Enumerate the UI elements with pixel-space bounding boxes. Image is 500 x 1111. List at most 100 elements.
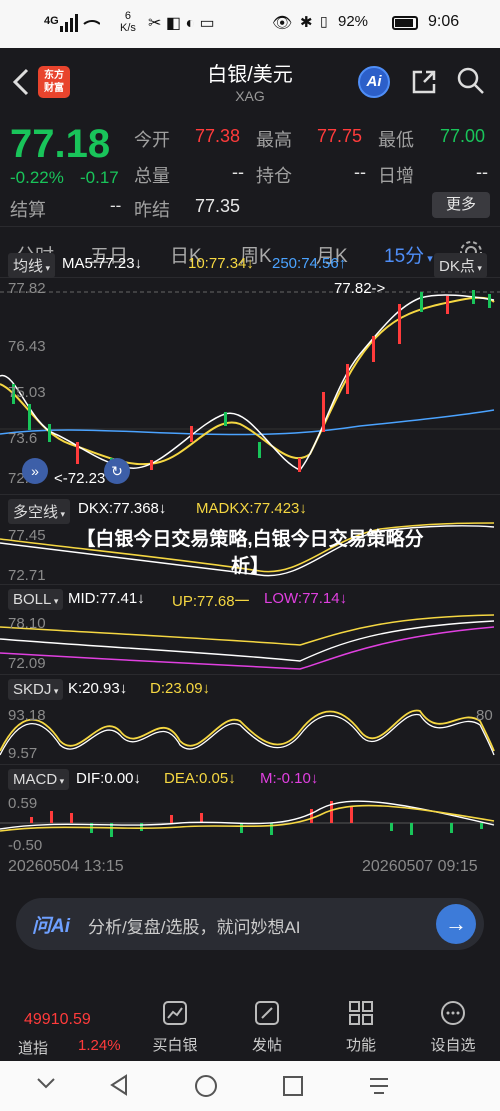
boll-panel[interactable]: BOLL ▾ MID:77.41↓ UP:77.68一 LOW:77.14↓ 7…	[0, 584, 500, 674]
macd-dea-value: DEA:0.05↓	[164, 770, 236, 787]
app-header: 东方 财富 白银/美元 XAG Ai	[0, 48, 500, 116]
boll-select-label: BOLL	[13, 591, 52, 608]
post-label: 发帖	[251, 1037, 282, 1054]
price-plot	[0, 290, 500, 472]
macd-axis-top: 0.59	[8, 795, 38, 812]
price-axis-2: 76.43	[8, 338, 46, 355]
volume-label: 总量	[134, 166, 170, 186]
macd-panel[interactable]: MACD ▾ DIF:0.00↓ DEA:0.05↓ M:-0.10↓ 0.59…	[0, 764, 500, 856]
dropdown-arrow-icon: ▾	[57, 776, 65, 786]
eye-icon: 👁	[272, 15, 293, 32]
macd-select-label: MACD	[13, 771, 58, 788]
indicator-select-label: 均线	[13, 258, 44, 275]
status-time: 9:06	[428, 13, 460, 30]
post-button[interactable]: 发帖	[240, 999, 294, 1055]
bluetooth-icon: ✱	[300, 14, 313, 31]
skdj-select[interactable]: SKDJ ▾	[8, 679, 64, 700]
arrow-right-icon[interactable]: →	[436, 904, 476, 944]
boll-select[interactable]: BOLL ▾	[8, 589, 64, 610]
article-title-overlay: 【白银今日交易策略,白银今日交易策略分析】	[76, 529, 424, 577]
refresh-icon[interactable]: ↻	[104, 458, 130, 484]
boll-up-value: UP:77.68一	[172, 593, 250, 610]
functions-label: 功能	[345, 1037, 376, 1054]
chevron-down-icon[interactable]	[36, 1077, 56, 1091]
boll-axis-bottom: 72.09	[8, 655, 46, 672]
speed-unit: K/s	[120, 22, 136, 34]
boll-axis-top: 78.10	[8, 615, 46, 632]
signal-icon	[60, 14, 100, 32]
more-button[interactable]: 更多	[432, 192, 490, 218]
daily-inc-label: 日增	[378, 166, 414, 186]
open-label: 今开	[134, 130, 170, 150]
menu-lines-icon[interactable]	[368, 1075, 390, 1097]
dkx-axis-bottom: 72.71	[8, 567, 46, 584]
ai-logo: 问Ai	[32, 916, 71, 937]
ma5-value: MA5:77.23↓	[62, 255, 143, 272]
grid-icon	[349, 1001, 373, 1025]
boll-mid-value: MID:77.41↓	[68, 590, 145, 607]
low-price-marker: <-72.23	[54, 470, 106, 487]
system-nav-bar	[0, 1061, 500, 1111]
skdj-axis-right: 80	[476, 707, 493, 724]
high-price-marker: 77.82->	[334, 280, 386, 297]
price-axis-3: 75.03	[8, 384, 46, 401]
boll-low-value: LOW:77.14↓	[264, 590, 348, 607]
dropdown-arrow-icon: ▾	[51, 686, 59, 696]
buy-silver-label: 买白银	[152, 1037, 198, 1054]
boll-plot	[0, 614, 495, 670]
ma250-value: 250:74.56↑	[272, 255, 347, 272]
skdj-panel[interactable]: SKDJ ▾ K:20.93↓ D:23.09↓ 93.18 9.57 80	[0, 674, 500, 764]
home-circle-icon[interactable]	[194, 1074, 218, 1098]
low-value: 77.00	[440, 126, 486, 146]
open-value: 77.38	[195, 126, 241, 146]
skdj-plot	[0, 709, 495, 756]
dkx-value: DKX:77.368↓	[78, 500, 167, 517]
functions-button[interactable]: 功能	[334, 999, 388, 1055]
signal-label: 4G	[44, 15, 59, 27]
ma250-line	[0, 409, 495, 436]
dropdown-arrow-icon: ▾	[474, 263, 482, 273]
trade-chart-icon	[163, 1001, 187, 1025]
prev-settle-value: 77.35	[195, 196, 241, 216]
back-triangle-icon[interactable]	[108, 1074, 128, 1096]
dropdown-arrow-icon: ▾	[51, 596, 59, 606]
price-axis-top: 77.82	[8, 280, 46, 297]
macd-plot	[0, 800, 495, 837]
back-arrow-icon[interactable]	[12, 68, 30, 96]
skdj-axis-bottom: 9.57	[8, 745, 38, 762]
share-icon[interactable]	[410, 68, 438, 96]
collapse-left-icon[interactable]: »	[22, 458, 48, 484]
buy-silver-button[interactable]: 买白银	[148, 999, 202, 1055]
quote-panel: 77.18 -0.22% -0.17 结算 -- 今开 77.38 最高 77.…	[0, 116, 500, 226]
dropdown-arrow-icon: ▾	[43, 263, 51, 273]
low-label: 最低	[378, 130, 414, 150]
ai-button[interactable]: Ai	[358, 66, 390, 98]
candles	[12, 290, 491, 472]
macd-select[interactable]: MACD ▾	[8, 769, 70, 790]
last-price: 77.18	[10, 122, 111, 166]
add-watchlist-button[interactable]: 设自选	[426, 999, 480, 1055]
battery-percent: 92%	[338, 13, 369, 30]
main-candlestick-chart[interactable]: 均线 ▾ MA5:77.23↓ 10:77.34↓ 250:74.56↑ DK点…	[0, 250, 500, 490]
ma5-line	[0, 294, 495, 471]
battery-icon	[392, 16, 418, 30]
recents-square-icon[interactable]	[282, 1075, 304, 1097]
hold-value: --	[354, 162, 366, 182]
high-label: 最高	[256, 130, 292, 150]
app-logo[interactable]: 东方 财富	[38, 66, 70, 98]
index-label: 道指	[18, 1040, 49, 1057]
ai-placeholder: 分析/复盘/选股，就问妙想AI	[88, 918, 301, 937]
change-value: -0.17	[80, 168, 119, 187]
macd-bars	[30, 801, 483, 837]
dkx-axis-top: 77.45	[8, 527, 46, 544]
macd-axis-bottom: -0.50	[8, 837, 43, 854]
ai-assistant-bar[interactable]: 问Ai 分析/复盘/选股，就问妙想AI →	[16, 898, 484, 950]
skdj-select-label: SKDJ	[13, 681, 52, 698]
skdj-k-value: K:20.93↓	[68, 680, 128, 697]
page-title: 白银/美元	[207, 64, 293, 86]
search-icon[interactable]	[456, 66, 486, 96]
madkx-value: MADKX:77.423↓	[196, 500, 307, 517]
skdj-d-value: D:23.09↓	[150, 680, 211, 697]
status-bar: 4G 6 K/s ✂ ◧ ◐ ▭ 👁 ✱ ▯ 92% 9:06	[0, 0, 500, 48]
app-logo-line1: 东方	[44, 70, 64, 81]
